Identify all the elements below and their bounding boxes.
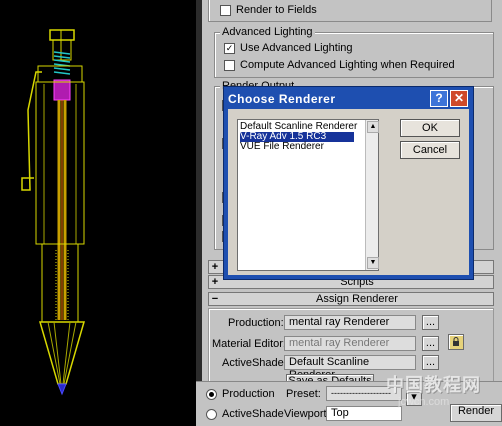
use-advanced-lighting-row[interactable]: ✓ Use Advanced Lighting (224, 42, 353, 54)
assign-renderer-label: Assign Renderer (316, 293, 398, 305)
production-radio-label: Production (222, 388, 275, 400)
production-renderer-field: mental ray Renderer (284, 315, 416, 330)
material-editor-browse-button[interactable]: ... (422, 336, 439, 351)
choose-renderer-dialog: Choose Renderer ? ✕ Default Scanline Ren… (223, 86, 474, 280)
advanced-lighting-group (214, 32, 494, 78)
renderer-list[interactable]: Default Scanline Renderer V-Ray Adv 1.5 … (237, 119, 379, 271)
production-label: Production: (228, 317, 284, 329)
render-button[interactable]: Render (450, 404, 502, 422)
watermark-url: jcwcn.com (398, 396, 450, 408)
production-browse-button[interactable]: ... (422, 315, 439, 330)
help-icon[interactable]: ? (430, 90, 448, 107)
expand-icon: + (211, 261, 219, 273)
production-radio[interactable] (206, 388, 217, 400)
use-advanced-lighting-checkbox[interactable]: ✓ (224, 42, 235, 54)
activeshade-browse-button[interactable]: ... (422, 355, 439, 370)
production-radio-row[interactable]: Production (206, 388, 275, 400)
collapse-icon: − (211, 293, 219, 305)
ok-button[interactable]: OK (400, 119, 460, 137)
compute-advanced-lighting-row[interactable]: Compute Advanced Lighting when Required (224, 59, 455, 71)
render-to-fields-checkbox[interactable] (220, 4, 231, 16)
preset-label: Preset: (286, 388, 321, 400)
activeshade-renderer-field: Default Scanline Renderer (284, 355, 416, 381)
render-to-fields-label: Render to Fields (236, 4, 317, 16)
viewport-label: Viewport: (284, 408, 330, 420)
lock-icon[interactable] (448, 334, 464, 350)
activeshade-label: ActiveShade: (222, 357, 287, 369)
material-editor-label: Material Editor: (212, 338, 286, 350)
dialog-body: Default Scanline Renderer V-Ray Adv 1.5 … (228, 109, 469, 275)
viewport-dropdown[interactable]: Top (326, 406, 402, 421)
rollout-assign-renderer[interactable]: − Assign Renderer (208, 292, 494, 306)
pen-wireframe (21, 29, 85, 396)
scroll-down-icon[interactable]: ▼ (367, 257, 379, 269)
use-advanced-lighting-label: Use Advanced Lighting (240, 42, 353, 54)
activeshade-radio-label: ActiveShade (222, 408, 284, 420)
activeshade-radio[interactable] (206, 408, 217, 420)
advanced-lighting-header: Advanced Lighting (220, 26, 315, 38)
viewport-top[interactable] (0, 0, 196, 425)
expand-icon: + (211, 276, 219, 288)
material-editor-renderer-field: mental ray Renderer (284, 336, 416, 351)
watermark-text: 中国教程网 (386, 375, 481, 395)
scroll-up-icon[interactable]: ▲ (367, 121, 379, 133)
dialog-title: Choose Renderer (228, 92, 336, 106)
close-icon[interactable]: ✕ (450, 90, 468, 107)
activeshade-radio-row[interactable]: ActiveShade (206, 408, 284, 420)
renderer-list-scrollbar[interactable]: ▲ ▼ (365, 120, 379, 270)
render-to-fields-row[interactable]: Render to Fields (220, 4, 317, 16)
compute-advanced-lighting-checkbox[interactable] (224, 59, 235, 71)
cancel-button[interactable]: Cancel (400, 141, 460, 159)
compute-advanced-lighting-label: Compute Advanced Lighting when Required (240, 59, 455, 71)
renderer-option-vue[interactable]: VUE File Renderer (240, 142, 324, 152)
